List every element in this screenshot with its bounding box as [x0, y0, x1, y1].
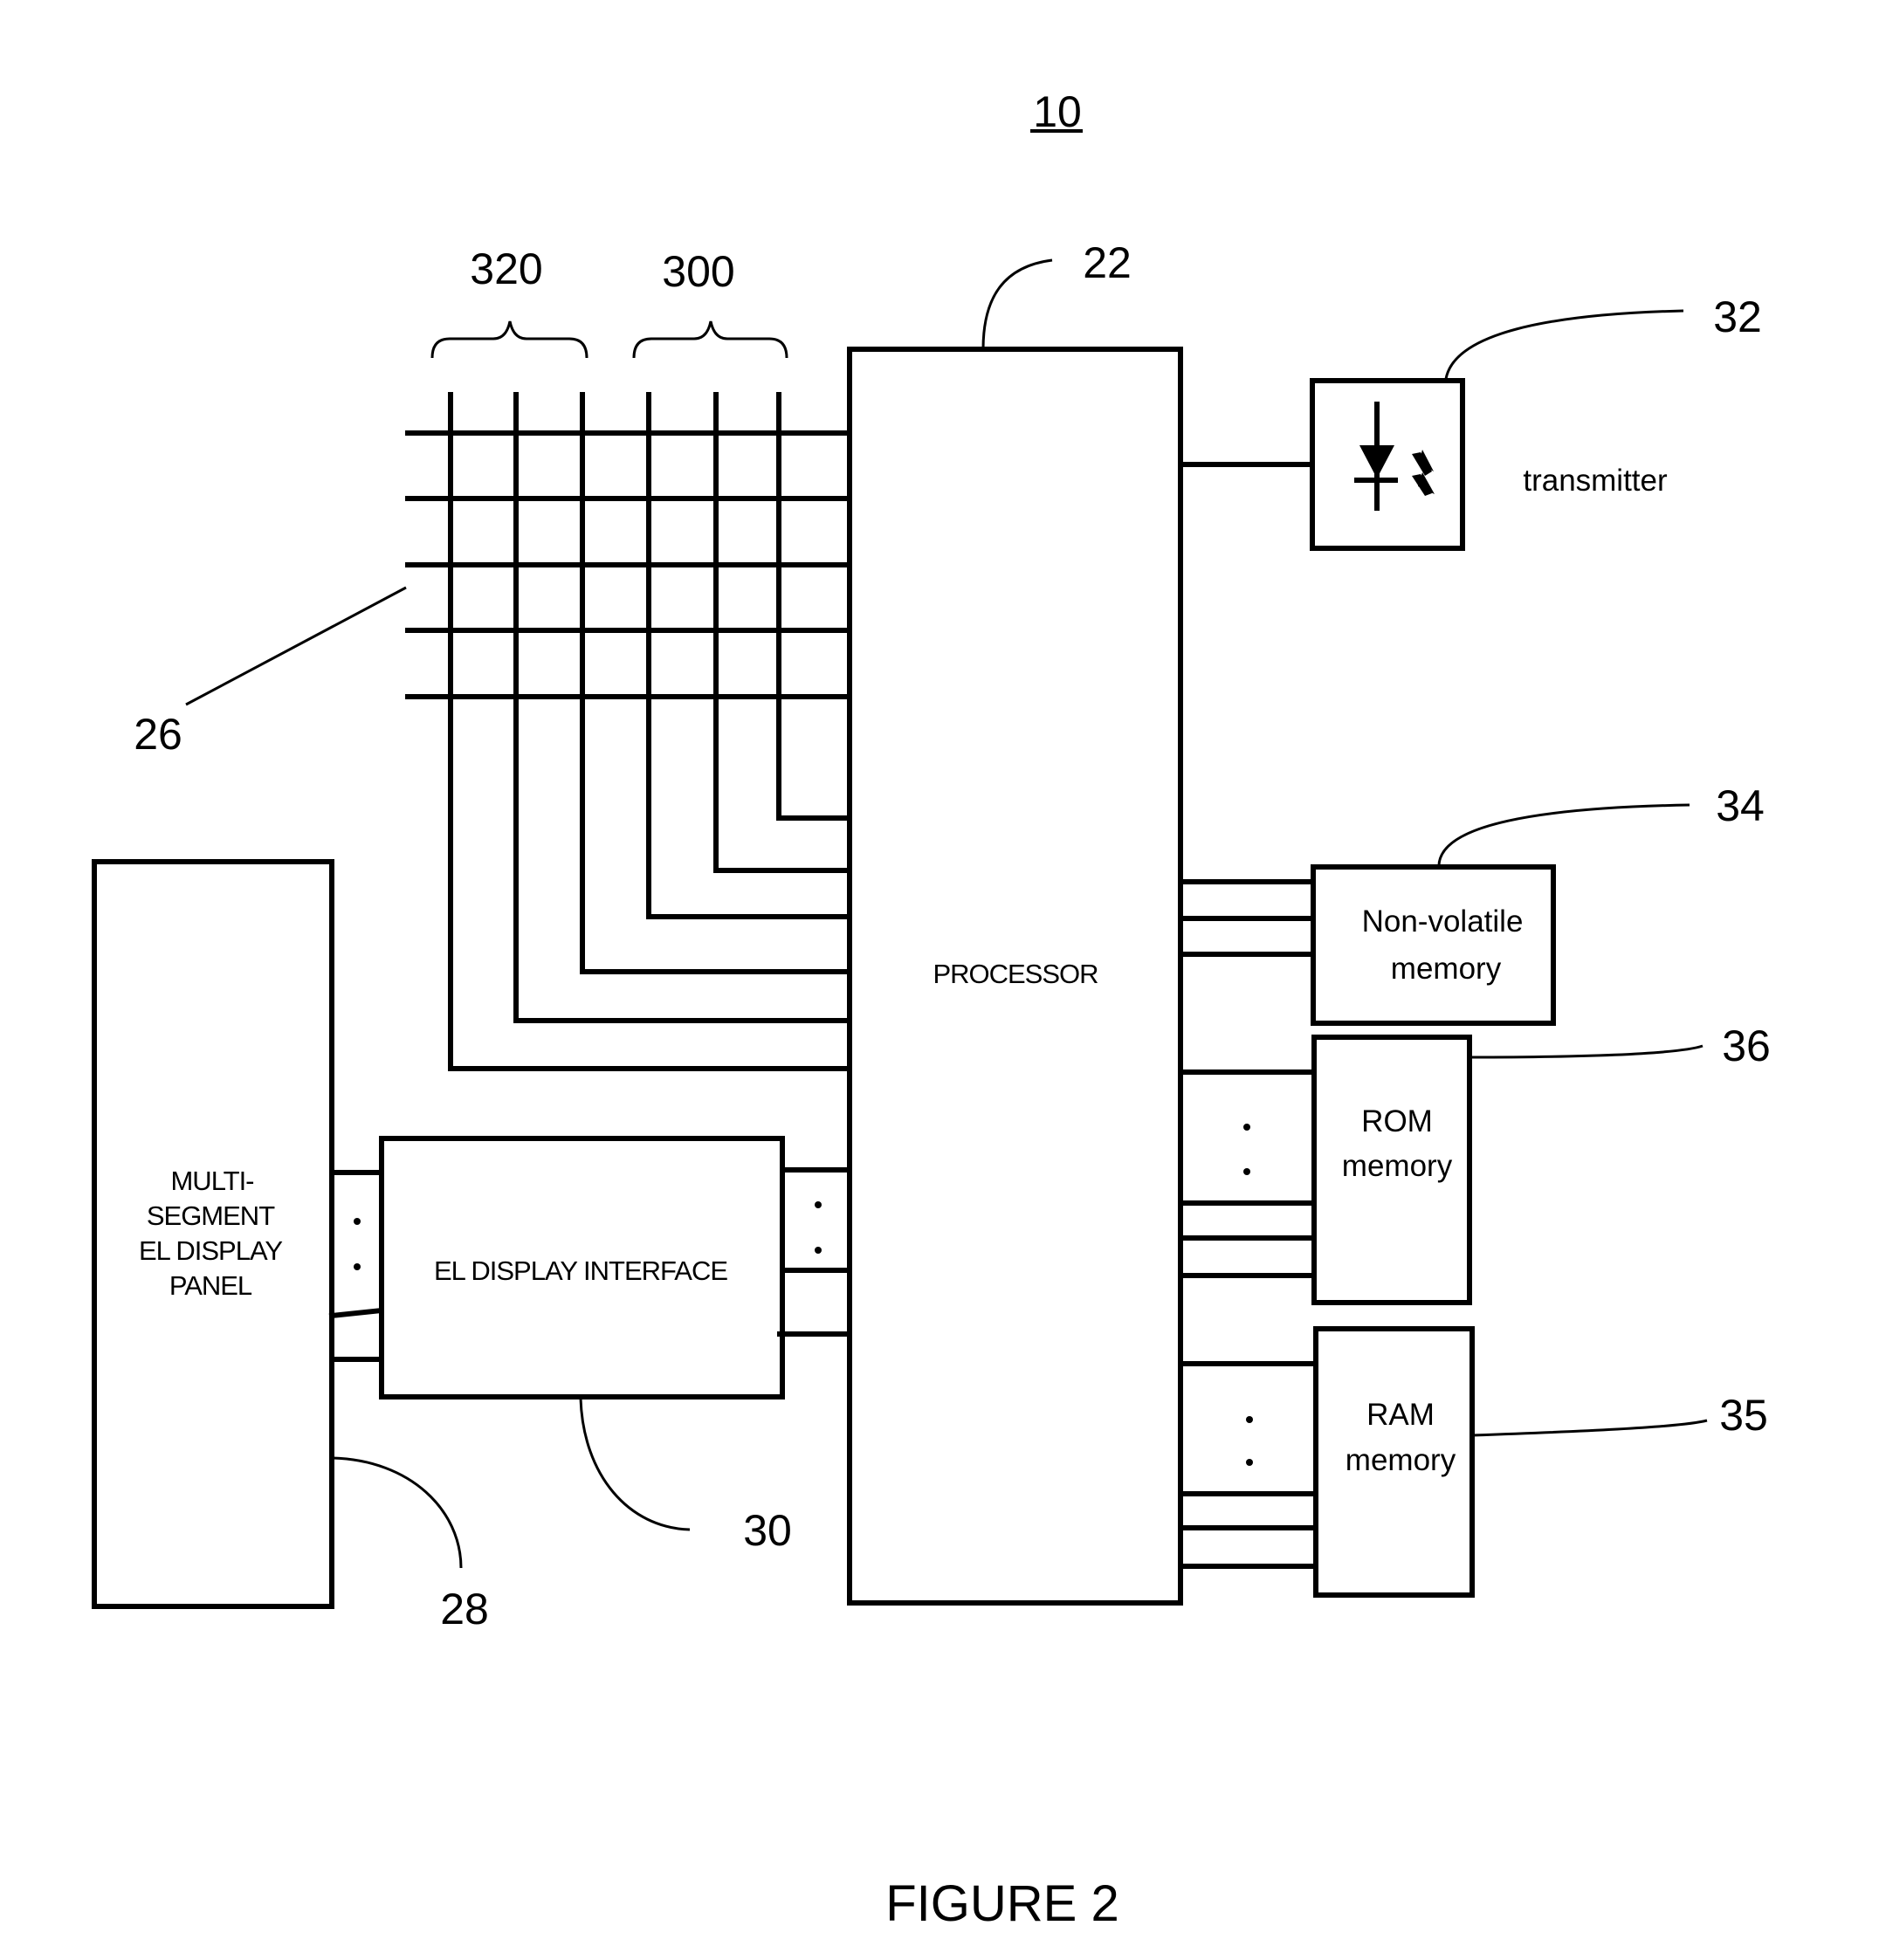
rom-memory-reference-label: 36 [1722, 1021, 1771, 1070]
panel-interface-wire-2 [328, 1307, 385, 1319]
display-panel-reference-label: 28 [440, 1585, 489, 1633]
rom-ellipsis-dot-1 [1243, 1124, 1250, 1131]
bus-group-300-label: 300 [662, 247, 734, 296]
transmitter-label: transmitter [1523, 464, 1668, 498]
rom-ellipsis-dot-2 [1243, 1168, 1250, 1175]
grid-column-2 [513, 392, 852, 1023]
block-diagram: 10 320 300 26 PROCESSOR 22 transmitter 3 [92, 87, 1771, 1932]
ram-ellipsis-dot-2 [1246, 1459, 1253, 1466]
ram-memory-leader-line [1471, 1419, 1708, 1437]
bus-group-320-label: 320 [470, 244, 542, 293]
display-panel-leader-line [331, 1456, 463, 1569]
ram-memory-label-line-2: memory [1346, 1443, 1456, 1477]
nonvolatile-memory-block [1311, 864, 1556, 1026]
ram-ellipsis-dot-1 [1246, 1416, 1253, 1423]
grid-wires [405, 392, 852, 1071]
grid-leader-line [185, 586, 407, 706]
rom-memory-label-line-1: ROM [1361, 1104, 1433, 1138]
processor-reference-label: 22 [1083, 238, 1132, 287]
transmitter-block [1310, 378, 1465, 551]
panel-interface-ellipsis-dot-2 [354, 1263, 361, 1270]
transmitter-reference-label: 32 [1713, 292, 1762, 341]
interface-processor-ellipsis-dot-2 [815, 1247, 822, 1254]
processor-leader-line [981, 258, 1053, 350]
rom-memory-label-line-2: memory [1342, 1149, 1453, 1183]
display-interface-reference-label: 30 [743, 1506, 792, 1555]
nonvolatile-memory-label-line-1: Non-volatile [1362, 904, 1524, 939]
display-interface-label: EL DISPLAY INTERFACE [434, 1255, 727, 1286]
nonvolatile-memory-label-line-2: memory [1391, 952, 1502, 986]
figure-reference-number: 10 [1033, 87, 1082, 136]
display-panel-label-line-3: EL DISPLAY [139, 1235, 282, 1266]
nonvolatile-memory-reference-label: 34 [1716, 781, 1765, 830]
ram-memory-reference-label: 35 [1719, 1391, 1768, 1440]
grid-column-6 [776, 392, 852, 821]
grid-column-4 [646, 392, 852, 919]
grid-reference-label: 26 [134, 710, 182, 759]
bus-group-300-brace [632, 320, 788, 359]
processor-label: PROCESSOR [933, 959, 1098, 989]
bus-group-320-brace [430, 320, 588, 359]
display-interface-leader-line [579, 1398, 691, 1531]
rom-memory-leader-line [1469, 1044, 1703, 1059]
figure-caption: FIGURE 2 [885, 1875, 1119, 1932]
display-panel-label-line-1: MULTI- [170, 1166, 253, 1196]
panel-interface-ellipsis-dot-1 [354, 1218, 361, 1225]
display-panel-label-line-2: SEGMENT [147, 1200, 275, 1231]
display-panel-block [92, 859, 334, 1609]
nonvolatile-memory-leader-line [1437, 803, 1690, 866]
transmitter-leader-line [1444, 309, 1684, 380]
interface-processor-ellipsis-dot-1 [815, 1201, 822, 1208]
ram-memory-label-line-1: RAM [1366, 1398, 1435, 1432]
display-panel-label-line-4: PANEL [169, 1270, 252, 1301]
